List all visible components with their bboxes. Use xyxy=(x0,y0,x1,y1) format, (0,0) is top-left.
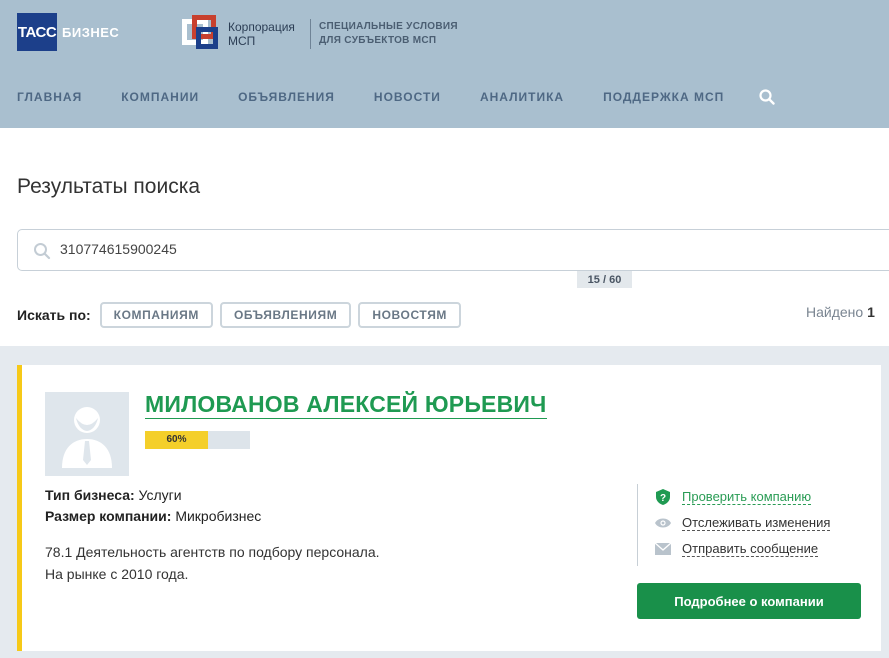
nav-item-analytics[interactable]: АНАЛИТИКА xyxy=(480,90,564,104)
send-message-link[interactable]: Отправить сообщение xyxy=(655,536,830,562)
search-counter: 15 / 60 xyxy=(577,271,632,288)
search-icon xyxy=(33,242,51,260)
tass-logo-subtitle: БИЗНЕС xyxy=(62,24,120,40)
filter-label: Искать по: xyxy=(17,307,91,323)
search-filters: Искать по: КОМПАНИЯМ ОБЪЯВЛЕНИЯМ НОВОСТЯ… xyxy=(17,302,468,328)
search-icon[interactable] xyxy=(759,89,775,105)
check-company-link[interactable]: ? Проверить компанию xyxy=(655,484,830,510)
company-details-button[interactable]: Подробнее о компании xyxy=(637,583,861,619)
site-header: ТАСС БИЗНЕС Корпорация МСП СПЕЦИАЛЬНЫЕ У… xyxy=(0,0,889,128)
progress-label: 60% xyxy=(166,434,187,445)
result-card: МИЛОВАНОВ АЛЕКСЕЙ ЮРЬЕВИЧ 60% Тип бизнес… xyxy=(17,365,881,651)
send-message-label: Отправить сообщение xyxy=(682,540,819,557)
found-label: Найдено xyxy=(806,304,864,320)
nav-item-companies[interactable]: КОМПАНИИ xyxy=(121,90,199,104)
envelope-icon xyxy=(655,541,671,557)
avatar-placeholder-icon xyxy=(45,392,129,476)
msp-logo-name: Корпорация МСП xyxy=(228,20,295,48)
results-area: МИЛОВАНОВ АЛЕКСЕЙ ЮРЬЕВИЧ 60% Тип бизнес… xyxy=(0,346,889,658)
main-nav: ГЛАВНАЯ КОМПАНИИ ОБЪЯВЛЕНИЯ НОВОСТИ АНАЛ… xyxy=(17,88,775,106)
tass-business-logo[interactable]: ТАСС БИЗНЕС xyxy=(17,13,119,51)
found-number: 1 xyxy=(867,304,875,320)
check-company-label: Проверить компанию xyxy=(682,488,812,505)
nav-item-msp-support[interactable]: ПОДДЕРЖКА МСП xyxy=(603,90,724,104)
company-size-key: Размер компании: xyxy=(45,508,172,524)
search-input[interactable] xyxy=(60,241,660,257)
nav-item-news[interactable]: НОВОСТИ xyxy=(374,90,441,104)
msp-logo-description: СПЕЦИАЛЬНЫЕ УСЛОВИЯ ДЛЯ СУБЪЕКТОВ МСП xyxy=(319,21,458,46)
shield-check-icon: ? xyxy=(655,489,671,505)
filter-news-button[interactable]: НОВОСТЯМ xyxy=(358,302,462,328)
company-info: Тип бизнеса: Услуги Размер компании: Мик… xyxy=(45,485,261,527)
nav-item-announcements[interactable]: ОБЪЯВЛЕНИЯ xyxy=(238,90,335,104)
track-changes-label: Отслеживать изменения xyxy=(682,514,831,531)
filter-announcements-button[interactable]: ОБЪЯВЛЕНИЯМ xyxy=(219,302,352,328)
company-size-value: Микробизнес xyxy=(175,508,262,524)
found-count: Найдено 1 xyxy=(806,304,875,320)
eye-icon xyxy=(655,515,671,531)
logo-divider xyxy=(310,19,311,49)
svg-text:?: ? xyxy=(660,493,666,504)
on-market-text: На рынке с 2010 года. xyxy=(45,566,189,582)
company-name-link[interactable]: МИЛОВАНОВ АЛЕКСЕЙ ЮРЬЕВИЧ xyxy=(145,390,547,419)
msp-logo-icon xyxy=(182,15,220,53)
track-changes-link[interactable]: Отслеживать изменения xyxy=(655,510,831,536)
page-title: Результаты поиска xyxy=(17,175,201,198)
business-type-value: Услуги xyxy=(138,487,182,503)
search-field[interactable] xyxy=(17,229,889,271)
nav-item-home[interactable]: ГЛАВНАЯ xyxy=(17,90,82,104)
tass-logo-mark: ТАСС xyxy=(17,13,57,51)
activity-text: 78.1 Деятельность агентств по подбору пе… xyxy=(45,544,380,560)
business-type-key: Тип бизнеса: xyxy=(45,487,135,503)
msp-corporation-logo[interactable]: Корпорация МСП СПЕЦИАЛЬНЫЕ УСЛОВИЯ ДЛЯ С… xyxy=(182,14,459,54)
profile-completeness-bar: 60% xyxy=(145,431,250,449)
company-description: 78.1 Деятельность агентств по подбору пе… xyxy=(45,541,380,585)
filter-companies-button[interactable]: КОМПАНИЯМ xyxy=(99,302,213,328)
card-actions: ? Проверить компанию Отслеживать изменен… xyxy=(637,484,831,566)
